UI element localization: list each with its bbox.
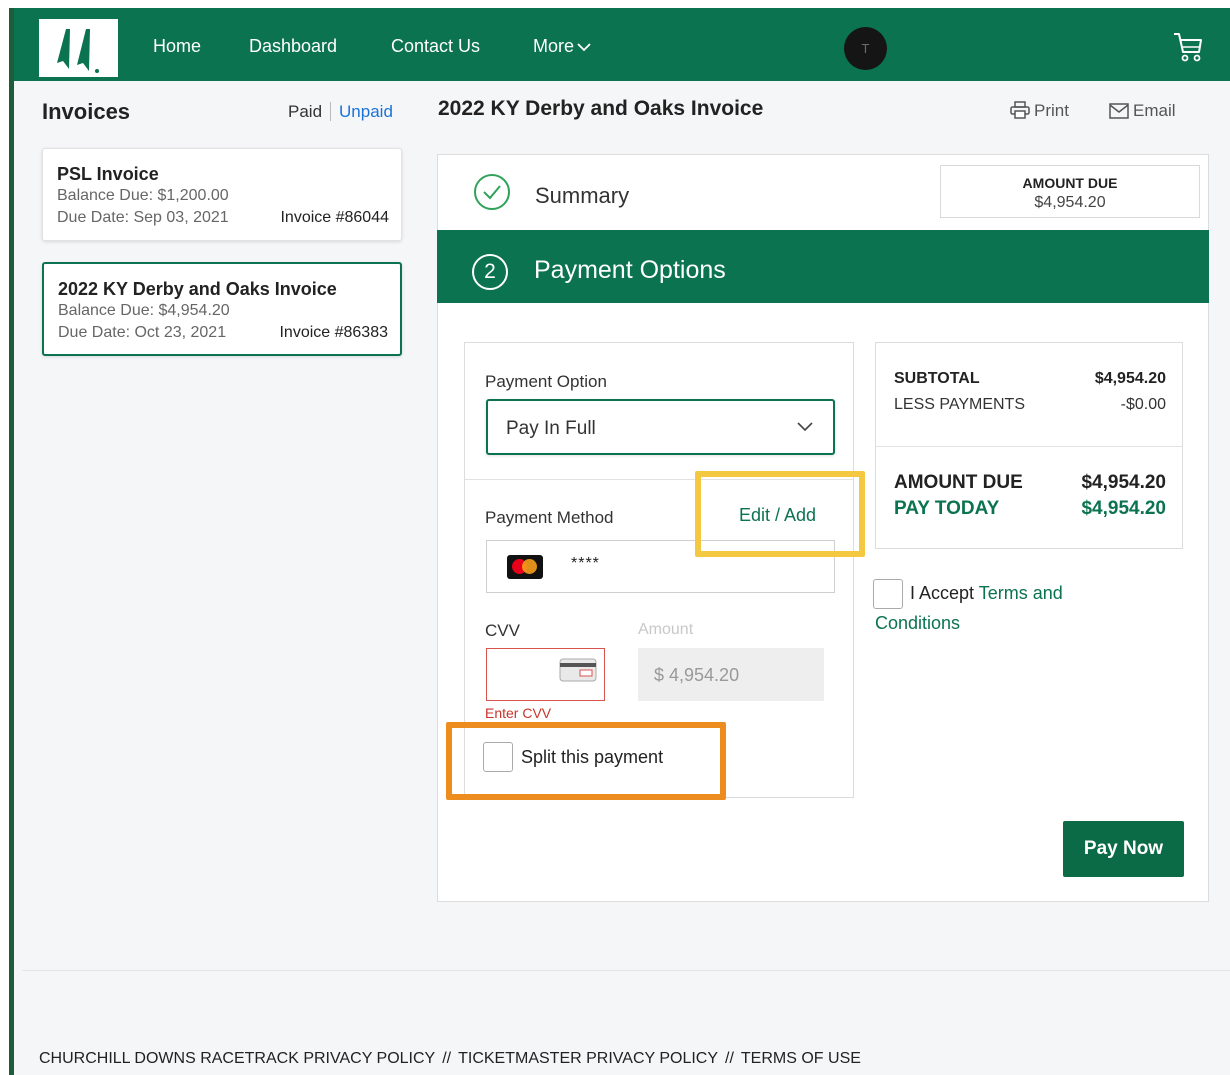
footer-privacy-link[interactable]: CHURCHILL DOWNS RACETRACK PRIVACY POLICY [39,1050,435,1067]
invoice-balance: Balance Due: $1,200.00 [57,187,229,204]
less-payments-value: -$0.00 [1120,396,1166,413]
invoice-name: 2022 KY Derby and Oaks Invoice [58,279,337,299]
nav-more-label: More [533,36,575,56]
payment-option-label: Payment Option [485,372,607,391]
divider [465,479,853,480]
amount-label: Amount [638,621,694,638]
invoices-heading: Invoices [42,99,131,124]
pay-now-button[interactable]: Pay Now [1063,821,1184,877]
page: Home Dashboard Contact Us More T Invoice… [14,8,1230,1075]
invoice-balance: Balance Due: $4,954.20 [58,302,230,319]
window-frame-left [0,0,14,1075]
email-label: Email [1133,101,1176,120]
split-payment-label[interactable]: Split this payment [521,747,663,768]
amount-due-label: AMOUNT DUE [1022,175,1118,191]
credit-card-icon [559,658,597,682]
payment-option-value: Pay In Full [506,418,596,439]
saved-card-field[interactable]: **** [486,540,835,593]
split-payment-checkbox[interactable] [483,742,513,772]
payment-option-select[interactable]: Pay In Full [486,399,835,455]
edit-add-payment-link[interactable]: Edit / Add [739,505,816,526]
invoice-name: PSL Invoice [57,164,159,184]
total-due-label: AMOUNT DUE [894,472,1023,493]
window-frame-top [14,0,1230,8]
payment-options-title: Payment Options [534,256,726,284]
footer-separator: // [725,1050,734,1067]
payment-method-label: Payment Method [485,508,614,527]
payment-card: Summary AMOUNT DUE $4,954.20 2 Payment O… [437,154,1209,902]
print-button[interactable]: Print [1010,101,1069,121]
email-button[interactable]: Email [1109,101,1176,121]
chevron-down-icon [577,43,591,52]
user-avatar[interactable]: T [844,27,887,70]
less-payments-label: LESS PAYMENTS [894,396,1025,413]
cart-icon[interactable] [1172,30,1204,64]
print-label: Print [1034,101,1069,120]
cvv-error-message: Enter CVV [485,705,552,721]
amount-input[interactable]: $ 4,954.20 [638,648,824,701]
subtotal-value: $4,954.20 [1094,370,1166,387]
terms-link-continued[interactable]: Conditions [875,613,960,634]
payment-options-header: 2 Payment Options [437,230,1209,303]
accept-prefix: I Accept [910,583,975,603]
footer-divider [22,970,1230,971]
chevron-down-icon [797,422,813,432]
invoice-card-derby[interactable]: 2022 KY Derby and Oaks Invoice Balance D… [42,262,402,356]
terms-link[interactable]: Terms and [979,583,1063,603]
invoice-filter: Paid Unpaid [288,102,393,122]
summary-step-label[interactable]: Summary [535,183,629,209]
mastercard-icon [507,555,543,579]
envelope-icon [1109,103,1129,119]
cvv-input[interactable] [486,648,605,701]
total-due-value: $4,954.20 [1081,472,1166,493]
step-number-badge: 2 [472,254,508,290]
card-number-mask: **** [571,555,600,572]
twin-spires-logo-icon[interactable] [39,19,118,77]
nav-contact-link[interactable]: Contact Us [391,36,480,57]
invoice-card-psl[interactable]: PSL Invoice Balance Due: $1,200.00 Due D… [42,148,402,241]
nav-dashboard-link[interactable]: Dashboard [249,36,337,57]
payment-form-panel: Payment Option Pay In Full Payment Metho… [464,342,854,798]
cvv-label: CVV [485,621,520,640]
subtotal-label: SUBTOTAL [894,370,980,387]
accept-terms-text: I Accept Terms and [910,583,1063,604]
footer-ticketmaster-link[interactable]: TICKETMASTER PRIVACY POLICY [458,1050,718,1067]
footer-separator: // [442,1050,452,1067]
amount-due-value: $4,954.20 [1034,194,1106,211]
footer-terms-link[interactable]: TERMS OF USE [741,1050,861,1067]
invoice-due-date: Due Date: Sep 03, 2021 [57,209,229,226]
divider [876,446,1182,447]
printer-icon [1010,101,1030,119]
footer-links: CHURCHILL DOWNS RACETRACK PRIVACY POLICY… [39,1050,861,1068]
invoice-due-date: Due Date: Oct 23, 2021 [58,324,227,341]
page-title: 2022 KY Derby and Oaks Invoice [438,97,764,120]
nav-home-link[interactable]: Home [153,36,201,57]
nav-more-menu[interactable]: More [533,36,591,57]
invoice-number: Invoice #86044 [280,209,389,226]
totals-panel: SUBTOTAL $4,954.20 LESS PAYMENTS -$0.00 AM… [875,342,1183,549]
amount-value: $ 4,954.20 [654,665,740,685]
check-circle-icon [473,173,511,216]
top-navbar: Home Dashboard Contact Us More T [14,8,1230,81]
filter-paid-link[interactable]: Paid [288,102,332,121]
accept-terms-checkbox[interactable] [873,579,903,609]
invoice-number: Invoice #86383 [279,324,388,341]
pay-today-label: PAY TODAY [894,498,1000,519]
pay-today-value: $4,954.20 [1081,498,1166,519]
filter-unpaid-link[interactable]: Unpaid [331,102,393,121]
amount-due-box: AMOUNT DUE $4,954.20 [940,165,1200,218]
